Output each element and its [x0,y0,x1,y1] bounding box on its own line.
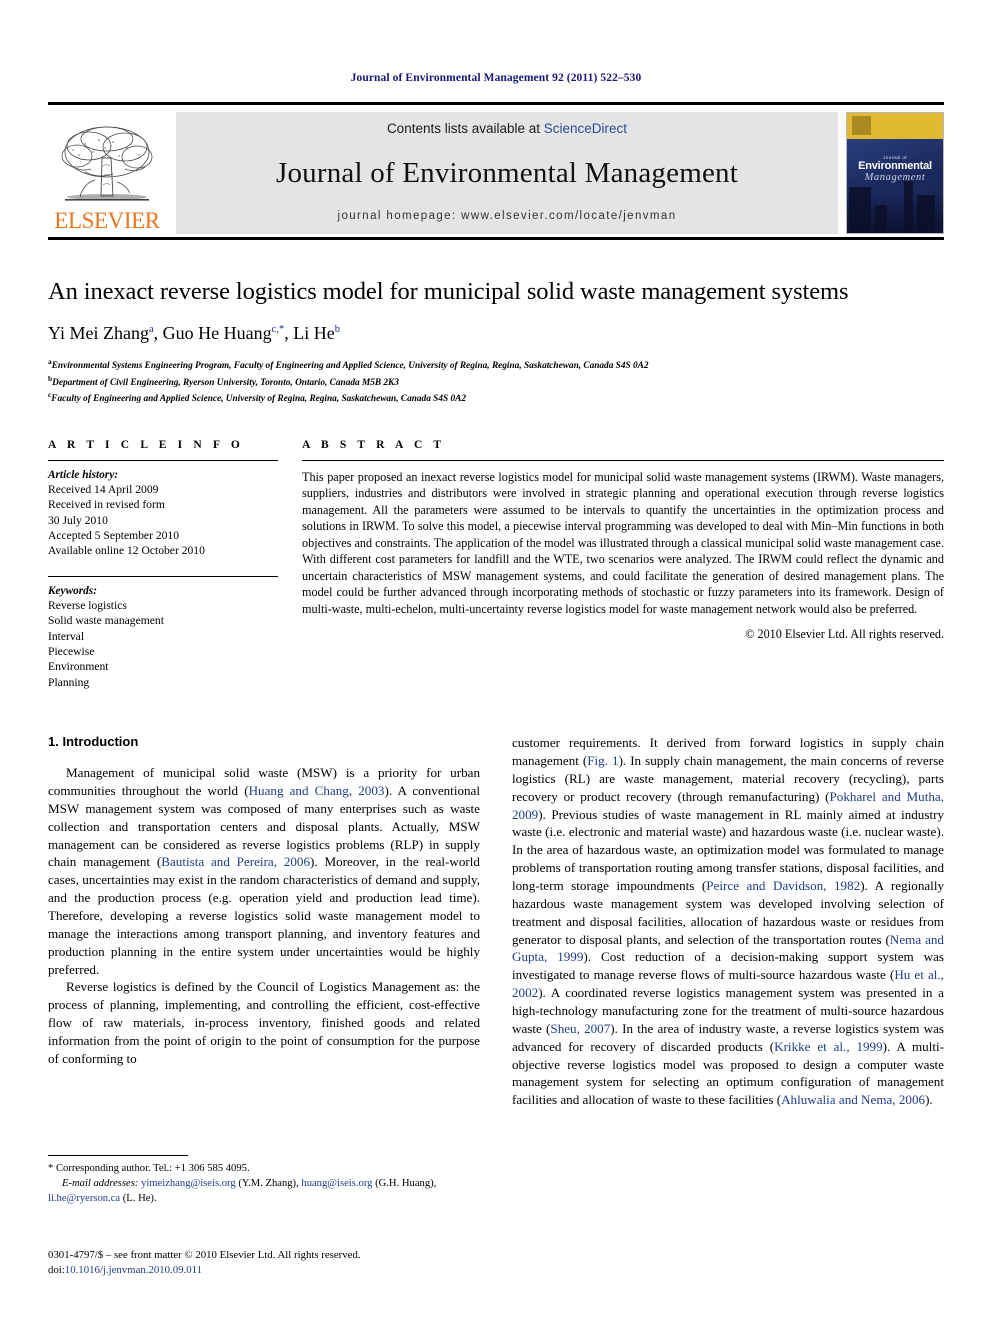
body-paragraph: Reverse logistics is defined by the Coun… [48,979,480,1066]
author-list: Yi Mei Zhanga, Guo He Huangc,*, Li Heb [48,323,340,343]
doi-line: doi:10.1016/j.jenvman.2010.09.011 [48,1263,361,1278]
citation-link[interactable]: Sheu, 2007 [550,1021,610,1036]
info-and-abstract: A R T I C L E I N F O Article history: R… [48,439,944,690]
cover-title-text: Journal of Environmental Management [847,155,943,183]
keywords-block: Keywords: Reverse logistics Solid waste … [48,575,278,690]
cover-artwork [847,139,943,233]
keyword-item: Environment [48,660,109,674]
cover-building-shape [849,187,871,233]
body-columns: 1. Introduction Management of municipal … [48,734,944,1109]
sciencedirect-link[interactable]: ScienceDirect [544,121,627,136]
issn-line: 0301-4797/$ – see front matter © 2010 El… [48,1249,361,1261]
abstract-text: This paper proposed an inexact reverse l… [302,469,944,616]
contents-available-line: Contents lists available at ScienceDirec… [387,121,627,136]
keyword-item: Planning [48,675,90,689]
citation-link[interactable]: Ahluwalia and Nema, 2006 [781,1092,925,1107]
divider [48,575,278,577]
keyword-item: Solid waste management [48,614,164,628]
body-left-column: 1. Introduction Management of municipal … [48,734,480,1109]
contents-prefix: Contents lists available at [386,121,544,136]
page-title: An inexact reverse logistics model for m… [48,278,849,305]
journal-title: Journal of Environmental Management [275,156,738,189]
article-info-column: A R T I C L E I N F O Article history: R… [48,439,278,690]
affiliation-text: Faculty of Engineering and Applied Scien… [51,394,466,405]
doi-link[interactable]: 10.1016/j.jenvman.2010.09.011 [65,1264,202,1276]
affiliation-text: Department of Civil Engineering, Ryerson… [52,377,399,388]
cover-building-shape [917,195,935,233]
cover-chimney-shape [904,181,913,233]
doi-prefix: doi: [48,1264,65,1277]
corresponding-author-text: * Corresponding author. Tel.: +1 306 585… [48,1163,250,1174]
footnote-rule [48,1155,188,1156]
email-owner: (Y.M. Zhang) [238,1177,297,1189]
divider [48,459,278,461]
affil-marker: b [334,324,340,335]
affil-marker: c,* [271,324,285,335]
paragraph-text-1: Management of municipal solid waste (MSW… [48,765,481,977]
journal-banner: Contents lists available at ScienceDirec… [176,112,838,234]
elsevier-wordmark: ELSEVIER [54,208,160,233]
footnote-block: * Corresponding author. Tel.: +1 306 585… [48,1155,463,1206]
keyword-item: Reverse logistics [48,598,127,612]
affil-marker: a [149,324,154,335]
journal-homepage-link[interactable]: journal homepage: www.elsevier.com/locat… [338,210,677,222]
citation-link[interactable]: Fig. 1 [587,753,618,768]
cover-elsevier-icon [852,116,871,135]
email-link[interactable]: yimeizhang@iseis.org [141,1178,236,1189]
body-paragraph: Management of municipal solid waste (MSW… [48,764,480,978]
article-history-item: Received 14 April 2009 [48,482,159,496]
article-history-item: 30 July 2010 [48,513,108,527]
elsevier-logo: ELSEVIER [48,112,166,234]
title-block: An inexact reverse logistics model for m… [48,278,944,407]
citation-link[interactable]: Krikke et al., 1999 [774,1039,883,1054]
abstract-heading: A B S T R A C T [302,438,446,451]
journal-article-page: Journal of Environmental Management 92 (… [0,0,992,1323]
elsevier-tree-icon [61,126,153,201]
issn-copyright-block: 0301-4797/$ – see front matter © 2010 El… [48,1248,361,1278]
email-link[interactable]: li.he@ryerson.ca [48,1193,120,1204]
email-link[interactable]: huang@iseis.org [301,1178,372,1189]
journal-cover-thumbnail[interactable]: Journal of Environmental Management [846,112,944,234]
citation-link[interactable]: Hu et al., 2002 [512,967,944,1000]
citation-link[interactable]: Bautista and Pereira, 2006 [161,854,310,869]
article-history-item: Available online 12 October 2010 [48,544,205,558]
cover-title-line2: Management [864,172,926,184]
keyword-item: Interval [48,629,85,643]
section-heading-introduction: 1. Introduction [48,734,139,750]
cover-title-line1: Environmental [858,160,932,172]
abstract-column: A B S T R A C T This paper proposed an i… [302,439,944,690]
email-addresses-label: E-mail addresses: [62,1177,139,1189]
article-history-label: Article history: [48,468,118,481]
affiliation-text: Environmental Systems Engineering Progra… [51,361,649,372]
affiliation-list: aEnvironmental Systems Engineering Progr… [48,357,944,407]
article-history-item: Received in revised form [48,498,165,512]
masthead-bottom-rule [48,237,944,240]
cover-header-band [847,113,943,139]
journal-masthead: ELSEVIER Contents lists available at Sci… [48,102,944,234]
affiliation-item: bDepartment of Civil Engineering, Ryerso… [48,374,944,391]
article-info-heading: A R T I C L E I N F O [48,438,244,451]
abstract-copyright: © 2010 Elsevier Ltd. All rights reserved… [745,627,944,642]
citation-link[interactable]: Nema and Gupta, 1999 [512,932,944,965]
body-paragraph: customer requirements. It derived from f… [512,735,945,1108]
divider [302,459,944,461]
keywords-label: Keywords: [48,584,97,597]
affiliation-item: cFaculty of Engineering and Applied Scie… [48,390,944,407]
running-head: Journal of Environmental Management 92 (… [350,72,642,84]
citation-link[interactable]: Huang and Chang, 2003 [249,783,385,798]
affiliation-item: aEnvironmental Systems Engineering Progr… [48,357,944,374]
article-history-item: Accepted 5 September 2010 [48,528,180,542]
email-owner: (L. He) [122,1192,154,1204]
citation-link[interactable]: Pokharel and Mutha, 2009 [512,789,944,822]
email-owner: (G.H. Huang) [375,1177,434,1189]
corresponding-author-note: * Corresponding author. Tel.: +1 306 585… [48,1163,437,1204]
keyword-item: Piecewise [48,644,95,658]
cover-building-shape [875,205,887,233]
citation-link[interactable]: Peirce and Davidson, 1982 [706,878,860,893]
body-right-column: customer requirements. It derived from f… [512,734,944,1109]
